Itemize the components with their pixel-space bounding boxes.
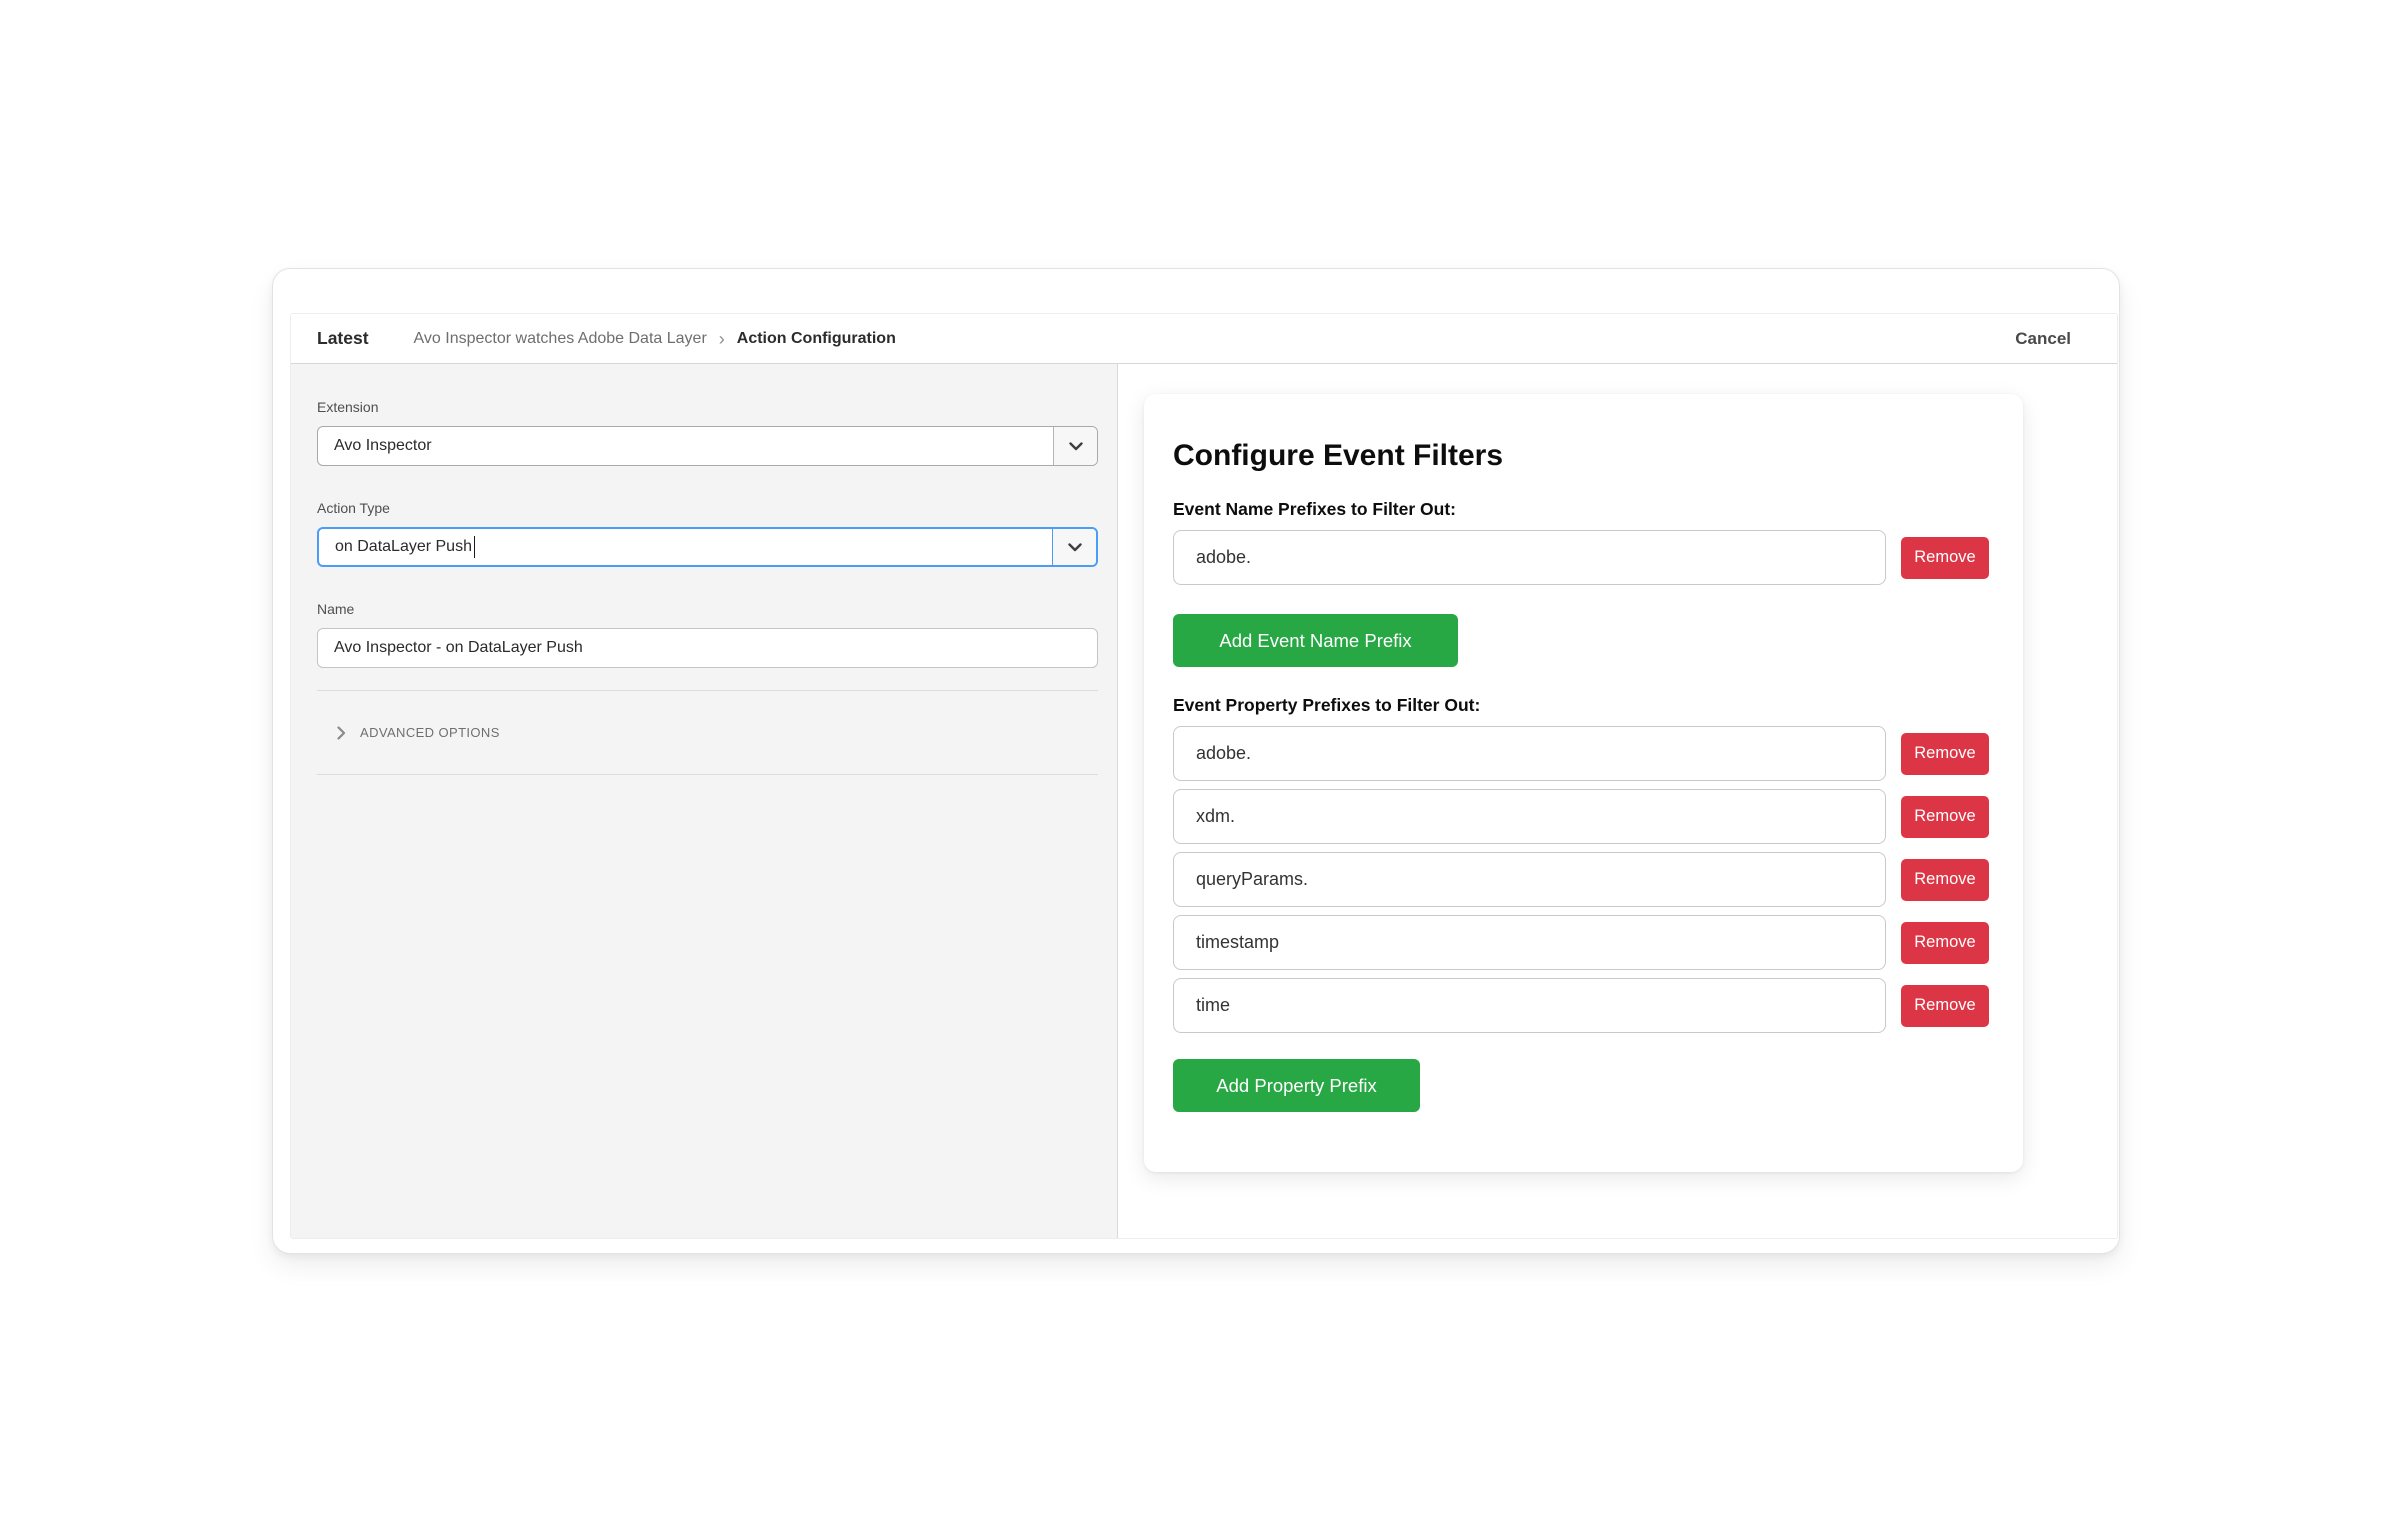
add-event-name-prefix-button[interactable]: Add Event Name Prefix (1173, 614, 1458, 667)
action-type-label: Action Type (317, 500, 390, 516)
property-prefix-row: Remove (1173, 915, 1994, 970)
breadcrumb-current-page: Action Configuration (736, 329, 896, 347)
action-type-field: Action Type on DataLayer Push (317, 500, 1098, 567)
advanced-options-label: ADVANCED OPTIONS (360, 725, 500, 740)
event-name-prefix-input[interactable] (1173, 530, 1886, 585)
property-prefix-input-5[interactable] (1173, 978, 1886, 1033)
property-prefix-input-1[interactable] (1173, 726, 1886, 781)
property-prefix-input-3[interactable] (1173, 852, 1886, 907)
property-prefix-input-2[interactable] (1173, 789, 1886, 844)
chevron-down-icon (1068, 441, 1083, 450)
remove-event-name-prefix-button[interactable]: Remove (1901, 536, 1989, 579)
property-prefix-row: Remove (1173, 726, 1994, 781)
action-type-value: on DataLayer Push (335, 538, 472, 555)
advanced-options-section: ADVANCED OPTIONS (317, 690, 1098, 775)
name-input[interactable] (317, 628, 1098, 668)
name-label: Name (317, 601, 355, 617)
remove-property-prefix-button-1[interactable]: Remove (1901, 732, 1989, 775)
event-property-prefixes-label: Event Property Prefixes to Filter Out: (1173, 695, 1481, 715)
action-settings-panel: Extension Avo Inspector Action Type on D… (291, 364, 1118, 1238)
action-type-select[interactable]: on DataLayer Push (317, 527, 1098, 567)
extension-dropdown-button[interactable] (1053, 427, 1097, 465)
environment-label: Latest (317, 328, 369, 348)
remove-property-prefix-button-2[interactable]: Remove (1901, 795, 1989, 838)
extension-value: Avo Inspector (334, 437, 432, 454)
property-prefix-row: Remove (1173, 978, 1994, 1033)
action-type-dropdown-button[interactable] (1052, 529, 1096, 565)
name-field: Name (317, 601, 1098, 668)
card-title: Configure Event Filters (1173, 439, 1504, 472)
cancel-button[interactable]: Cancel (2015, 329, 2071, 349)
event-name-prefix-row: Remove (1173, 530, 1994, 585)
remove-property-prefix-button-5[interactable]: Remove (1901, 984, 1989, 1027)
extension-select[interactable]: Avo Inspector (317, 426, 1098, 466)
remove-property-prefix-button-3[interactable]: Remove (1901, 858, 1989, 901)
extension-view-panel: Configure Event Filters Event Name Prefi… (1118, 364, 2117, 1238)
event-name-prefixes-label: Event Name Prefixes to Filter Out: (1173, 499, 1456, 519)
remove-property-prefix-button-4[interactable]: Remove (1901, 921, 1989, 964)
extension-field: Extension Avo Inspector (317, 399, 1098, 466)
add-property-prefix-button[interactable]: Add Property Prefix (1173, 1059, 1420, 1112)
content-area: Extension Avo Inspector Action Type on D… (291, 364, 2117, 1238)
extension-label: Extension (317, 399, 379, 415)
rule-editor-frame: Latest Avo Inspector watches Adobe Data … (290, 313, 2118, 1239)
rule-editor-modal: Latest Avo Inspector watches Adobe Data … (272, 268, 2120, 1254)
breadcrumb-separator-icon: › (718, 328, 725, 349)
property-prefix-row: Remove (1173, 789, 1994, 844)
chevron-down-icon (1067, 542, 1082, 551)
property-prefix-row: Remove (1173, 852, 1994, 907)
configure-event-filters-card: Configure Event Filters Event Name Prefi… (1144, 394, 2023, 1172)
header-bar: Latest Avo Inspector watches Adobe Data … (291, 314, 2117, 364)
breadcrumb-rule-name: Avo Inspector watches Adobe Data Layer (413, 329, 707, 347)
page: Latest Avo Inspector watches Adobe Data … (0, 0, 2387, 1528)
advanced-options-toggle[interactable]: ADVANCED OPTIONS (317, 690, 1098, 775)
text-caret (473, 536, 476, 558)
property-prefix-input-4[interactable] (1173, 915, 1886, 970)
chevron-right-icon (337, 725, 346, 740)
